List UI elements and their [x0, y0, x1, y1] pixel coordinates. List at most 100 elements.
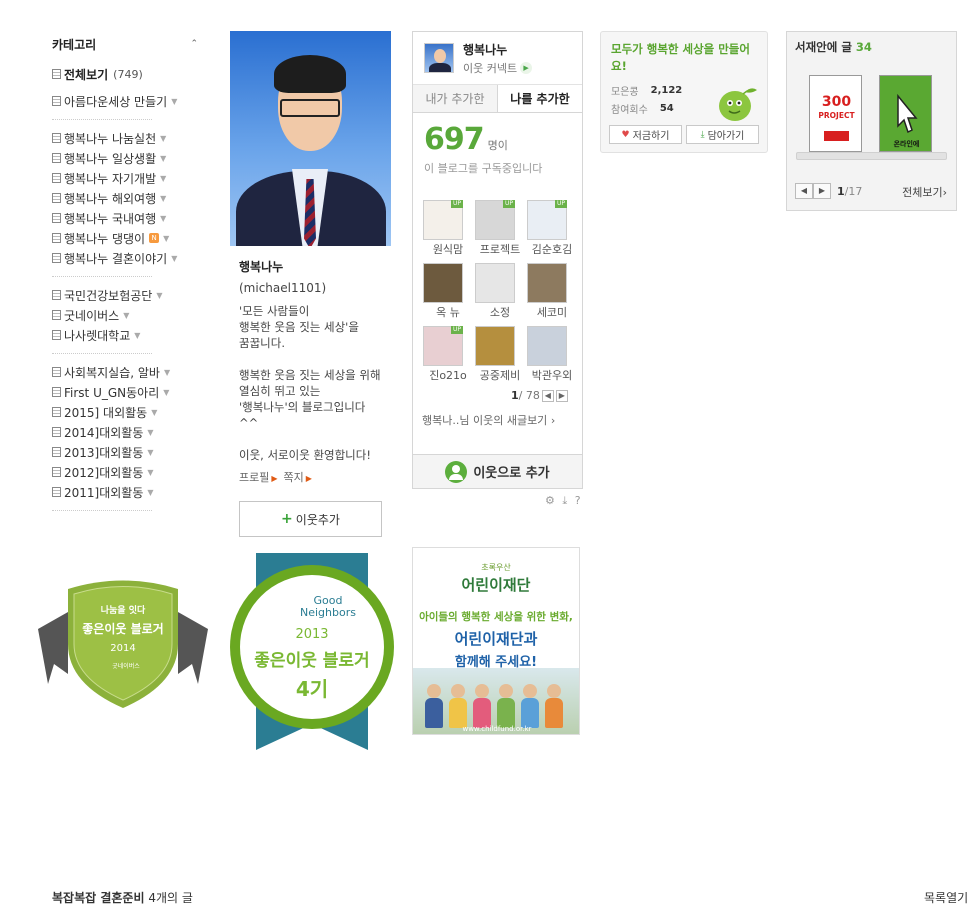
- neighbor-item[interactable]: 박관우외: [527, 326, 579, 383]
- category-item[interactable]: 행복나누 자기개발 ▼: [52, 168, 202, 188]
- neighbor-count: 697 명이: [424, 125, 582, 155]
- category-item[interactable]: 행복나누 결혼이야기 ▼: [52, 248, 202, 268]
- category-item[interactable]: 행복나누 나눔실천 ▼: [52, 128, 202, 148]
- chevron-down-icon[interactable]: ▼: [147, 428, 153, 437]
- widget-tools[interactable]: ⚙ ⤓ ?: [545, 494, 583, 508]
- good-neighbor-blogger-2014-badge[interactable]: 나눔을 잇다 좋은이웃 블로거 2014 굿네이버스: [38, 574, 208, 708]
- chevron-down-icon[interactable]: ▼: [160, 154, 166, 163]
- donate-button[interactable]: ♥ 저금하기: [609, 125, 682, 144]
- shelf-pager: ◀ ▶ 1/17: [795, 183, 862, 199]
- document-icon: [52, 310, 61, 320]
- list-toggle-link[interactable]: 목록열기: [924, 889, 968, 906]
- category-item[interactable]: 행복나누 해외여행 ▼: [52, 188, 202, 208]
- note-link[interactable]: 쪽지: [284, 471, 304, 484]
- category-item[interactable]: 아름다운세상 만들기 ▼: [52, 91, 202, 111]
- prev-page-icon[interactable]: ◀: [795, 183, 813, 199]
- neighbor-thumbnail: [475, 263, 515, 303]
- profile-link[interactable]: 프로필: [239, 471, 269, 484]
- category-label: 2011]대외활동: [64, 485, 144, 500]
- neighbor-item[interactable]: 옥 뉴: [423, 263, 475, 320]
- next-page-icon[interactable]: ▶: [813, 183, 831, 199]
- category-header: 카테고리 ⌃: [52, 36, 202, 52]
- document-icon: [52, 290, 61, 300]
- chevron-down-icon[interactable]: ▼: [160, 134, 166, 143]
- prev-page-icon[interactable]: ◀: [541, 389, 554, 402]
- neighbor-connect-link[interactable]: 이웃 커넥트 ▶: [463, 60, 533, 76]
- next-page-icon[interactable]: ▶: [555, 389, 568, 402]
- category-item[interactable]: 2015] 대외활동 ▼: [52, 402, 202, 422]
- category-item[interactable]: 굿네이버스 ▼: [52, 305, 202, 325]
- childfund-url: www.childfund.or.kr: [462, 725, 532, 733]
- chevron-down-icon[interactable]: ▼: [164, 368, 170, 377]
- neighbor-item[interactable]: 공중제비: [475, 326, 527, 383]
- document-icon: [52, 387, 61, 397]
- save-button[interactable]: ⤓ 담아가기: [686, 125, 759, 144]
- childfund-banner[interactable]: 초록우산 어린이재단 아이들의 행복한 세상을 위한 변화, 어린이재단과 함께…: [412, 547, 580, 735]
- category-label: 행복나누 댕댕이: [64, 231, 146, 246]
- category-label: 사회복지실습, 알바: [64, 365, 160, 380]
- category-item[interactable]: 2011]대외활동 ▼: [52, 482, 202, 502]
- tab-added-me[interactable]: 나를 추가한: [498, 85, 582, 112]
- neighbor-item[interactable]: UP 김순호김: [527, 200, 579, 257]
- category-item[interactable]: 사회복지실습, 알바 ▼: [52, 362, 202, 382]
- profile-links: 프로필 ▶ 쪽지 ▶: [239, 469, 390, 485]
- book-cover[interactable]: 온라인에: [879, 75, 932, 152]
- collapse-icon[interactable]: ⌃: [190, 39, 198, 49]
- category-item[interactable]: 2012]대외활동 ▼: [52, 462, 202, 482]
- chevron-down-icon[interactable]: ▼: [123, 311, 129, 320]
- page-total: /17: [844, 184, 863, 198]
- category-label: 행복나누 나눔실천: [64, 131, 157, 146]
- chevron-down-icon[interactable]: ▼: [160, 194, 166, 203]
- arrow-icon: ▶: [520, 61, 533, 74]
- footer-count: 4개의 글: [148, 891, 193, 905]
- chevron-down-icon[interactable]: ▼: [147, 448, 153, 457]
- category-item[interactable]: 2014]대외활동 ▼: [52, 422, 202, 442]
- add-as-neighbor-button[interactable]: 이웃으로 추가: [413, 454, 582, 488]
- book-cover[interactable]: 300 PROJECT: [809, 75, 862, 152]
- chevron-down-icon[interactable]: ▼: [156, 291, 162, 300]
- chevron-down-icon[interactable]: ▼: [171, 254, 177, 263]
- neighbor-item[interactable]: UP 진o21o: [423, 326, 475, 383]
- view-all-label: 전체보기: [902, 186, 943, 199]
- neighbor-tabs: 내가 추가한 나를 추가한: [413, 85, 582, 113]
- chevron-down-icon[interactable]: ▼: [134, 331, 140, 340]
- chevron-down-icon[interactable]: ▼: [160, 214, 166, 223]
- document-icon: [52, 487, 61, 497]
- tab-mine[interactable]: 내가 추가한: [413, 85, 498, 112]
- category-item-all[interactable]: 전체보기 (749): [52, 64, 202, 84]
- neighbor-item[interactable]: UP 프로젝트: [475, 200, 527, 257]
- chevron-down-icon[interactable]: ▼: [151, 408, 157, 417]
- chevron-down-icon[interactable]: ▼: [147, 468, 153, 477]
- neighbor-item[interactable]: 세코미: [527, 263, 579, 320]
- category-label: 나사렛대학교: [64, 328, 131, 343]
- category-item[interactable]: 행복나누 댕댕이 N ▼: [52, 228, 202, 248]
- view-all-link[interactable]: 전체보기›: [902, 184, 947, 200]
- document-icon: [52, 467, 61, 477]
- add-neighbor-button[interactable]: + 이웃추가: [239, 501, 382, 537]
- childfund-small-label: 초록우산: [481, 563, 511, 572]
- chevron-down-icon[interactable]: ▼: [171, 97, 177, 106]
- bookshelf-widget: 서재안에 글 34 300 PROJECT 온라인에 ◀ ▶ 1/17 전체보기…: [786, 31, 957, 211]
- neighbor-new-posts-link[interactable]: 행복나..님 이웃의 새글보기 ›: [422, 412, 582, 428]
- category-sidebar: 카테고리 ⌃ 전체보기 (749) 아름다운세상 만들기 ▼ 행복나누 나눔실천…: [52, 36, 202, 519]
- heart-icon: ♥: [621, 129, 630, 140]
- chevron-down-icon[interactable]: ▼: [147, 488, 153, 497]
- book1-title: PROJECT: [818, 111, 855, 120]
- category-item[interactable]: 행복나누 일상생활 ▼: [52, 148, 202, 168]
- good-neighbor-blogger-2013-badge[interactable]: Good Neighbors 2013 좋은이웃 블로거 4기: [228, 552, 396, 750]
- chevron-down-icon[interactable]: ▼: [163, 388, 169, 397]
- category-item[interactable]: 행복나누 국내여행 ▼: [52, 208, 202, 228]
- category-item[interactable]: 국민건강보험공단 ▼: [52, 285, 202, 305]
- neighbor-grid: UP 원식맘 UP 프로젝트 UP 김순호김옥 뉴 소정 세코미 UP 진o21o 공중제비 박관우외: [423, 200, 582, 383]
- chevron-down-icon[interactable]: ▼: [163, 234, 169, 243]
- chevron-down-icon[interactable]: ▼: [160, 174, 166, 183]
- neighbor-item[interactable]: 소정: [475, 263, 527, 320]
- category-item[interactable]: First U_GN동아리 ▼: [52, 382, 202, 402]
- neighbor-item[interactable]: UP 원식맘: [423, 200, 475, 257]
- category-item[interactable]: 나사렛대학교 ▼: [52, 325, 202, 345]
- bean-mascot-icon: [719, 88, 757, 121]
- category-item[interactable]: 2013]대외활동 ▼: [52, 442, 202, 462]
- document-icon: [52, 153, 61, 163]
- document-icon: [52, 69, 61, 79]
- update-badge: UP: [450, 200, 463, 208]
